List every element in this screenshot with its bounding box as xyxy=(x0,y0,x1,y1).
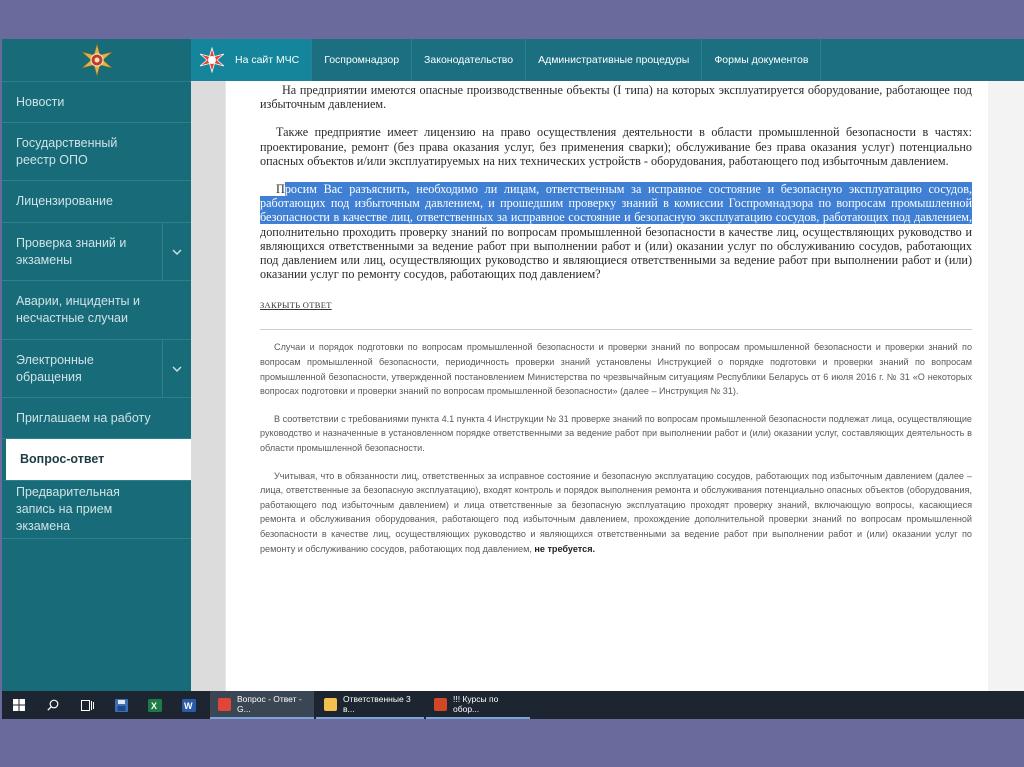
windows-taskbar: X W Вопрос - Ответ - G... Ответственные 3… xyxy=(2,691,1024,719)
task-view-icon[interactable] xyxy=(70,691,104,719)
sidebar-item-label: Лицензирование xyxy=(16,194,113,208)
sidebar-item-qa[interactable]: Вопрос-ответ xyxy=(2,439,191,481)
taskbar-app-2[interactable]: !!! Курсы по обор... xyxy=(426,691,530,719)
qa-content: На предприятии имеются опасные производс… xyxy=(260,81,972,691)
mchs-logo-icon xyxy=(199,47,225,73)
chevron-down-icon[interactable] xyxy=(162,223,191,280)
svg-text:X: X xyxy=(151,701,157,711)
sidebar-item-news[interactable]: Новости xyxy=(2,82,191,123)
right-page-margin xyxy=(988,81,1024,691)
save-disk-icon[interactable] xyxy=(104,691,138,719)
sidebar-item-label: Новости xyxy=(16,94,65,109)
sidebar-item-registry[interactable]: Государственный реестр ОПО xyxy=(2,123,191,181)
question-paragraph-3: Просим Вас разъяснить, необходимо ли лиц… xyxy=(260,182,972,281)
taskbar-app-label: !!! Курсы по обор... xyxy=(453,694,499,714)
question-rest: дополнительно проходить проверку знаний … xyxy=(260,224,972,282)
sidebar-item-label: Государственный реестр ОПО xyxy=(16,135,118,167)
powerpoint-icon xyxy=(434,697,447,711)
excel-icon[interactable]: X xyxy=(138,691,172,719)
nav-home-link[interactable]: На сайт МЧС xyxy=(191,39,313,81)
top-navigation: На сайт МЧС Госпромнадзор Законодательст… xyxy=(191,39,1024,81)
windows-start-icon[interactable] xyxy=(2,691,36,719)
nav-document-forms[interactable]: Формы документов xyxy=(702,39,822,81)
sidebar-item-label: Проверка знаний и экзамены xyxy=(16,235,127,267)
sidebar-item-accidents[interactable]: Аварии, инциденты и несчастные случаи xyxy=(2,281,191,340)
sidebar-menu: Новости Государственный реестр ОПО Лицензи… xyxy=(2,82,191,539)
left-page-margin xyxy=(191,81,225,691)
nav-home-label: На сайт МЧС xyxy=(235,54,300,66)
answer-paragraph-2: В соответствии с требованиями пункта 4.1… xyxy=(260,413,972,453)
star-emblem-icon xyxy=(81,43,112,77)
taskbar-apps: Вопрос - Ответ - G... Ответственные 3 в..… xyxy=(210,691,532,719)
taskbar-app-label: Вопрос - Ответ - G... xyxy=(237,694,302,714)
folder-icon xyxy=(324,697,337,711)
search-icon[interactable] xyxy=(36,691,70,719)
nav-gospromnadzor[interactable]: Госпромнадзор xyxy=(312,39,413,81)
question-paragraph-2: Также предприятие имеет лицензию на прав… xyxy=(260,125,972,168)
close-answer-link[interactable]: ЗАКРЫТЬ ОТВЕТ xyxy=(260,300,332,310)
question-first-letter: П xyxy=(276,182,285,197)
mchs-emblem-logo[interactable] xyxy=(2,39,191,82)
sidebar-item-label: Электронные обращения xyxy=(16,352,94,384)
chevron-down-icon[interactable] xyxy=(162,340,191,397)
sidebar-item-jobs[interactable]: Приглашаем на работу xyxy=(2,398,191,439)
answer-conclusion: не требуется. xyxy=(534,543,596,554)
taskbar-app-label: Ответственные 3 в... xyxy=(343,694,411,714)
selected-text[interactable]: росим Вас разъяснить, необходимо ли лица… xyxy=(260,182,972,225)
sidebar-item-label: Приглашаем на работу xyxy=(16,410,151,425)
answer-paragraph-1: Случаи и порядок подготовки по вопросам … xyxy=(260,342,972,397)
sidebar-item-label: Предварительная запись на прием экзамена xyxy=(16,485,120,533)
sidebar-item-label: Вопрос-ответ xyxy=(20,452,105,466)
answer-paragraph-3-text: Учитывая, что в обязанности лиц, ответст… xyxy=(260,470,972,554)
sidebar: Новости Государственный реестр ОПО Лицензи… xyxy=(2,39,191,691)
taskbar-app-1[interactable]: Ответственные 3 в... xyxy=(316,691,424,719)
taskbar-app-0[interactable]: Вопрос - Ответ - G... xyxy=(210,691,314,719)
sidebar-item-knowledge-check[interactable]: Проверка знаний и экзамены xyxy=(2,223,191,281)
answer-divider xyxy=(260,329,972,331)
sidebar-item-licensing[interactable]: Лицензирование xyxy=(2,181,191,223)
sidebar-item-exam-booking[interactable]: Предварительная запись на прием экзамена xyxy=(2,481,191,539)
svg-text:W: W xyxy=(184,701,193,711)
sidebar-item-e-appeals[interactable]: Электронные обращения xyxy=(2,340,191,398)
answer-paragraph-3: Учитывая, что в обязанности лиц, ответст… xyxy=(260,469,972,557)
browser-viewport: Новости Государственный реестр ОПО Лицензи… xyxy=(2,39,1024,719)
question-paragraph-1: На предприятии имеются опасные производс… xyxy=(260,83,972,112)
word-icon[interactable]: W xyxy=(172,691,206,719)
chrome-icon xyxy=(218,697,231,711)
nav-admin-procedures[interactable]: Административные процедуры xyxy=(526,39,703,81)
sidebar-item-label: Аварии, инциденты и несчастные случаи xyxy=(16,294,140,325)
nav-legislation[interactable]: Законодательство xyxy=(412,39,527,81)
